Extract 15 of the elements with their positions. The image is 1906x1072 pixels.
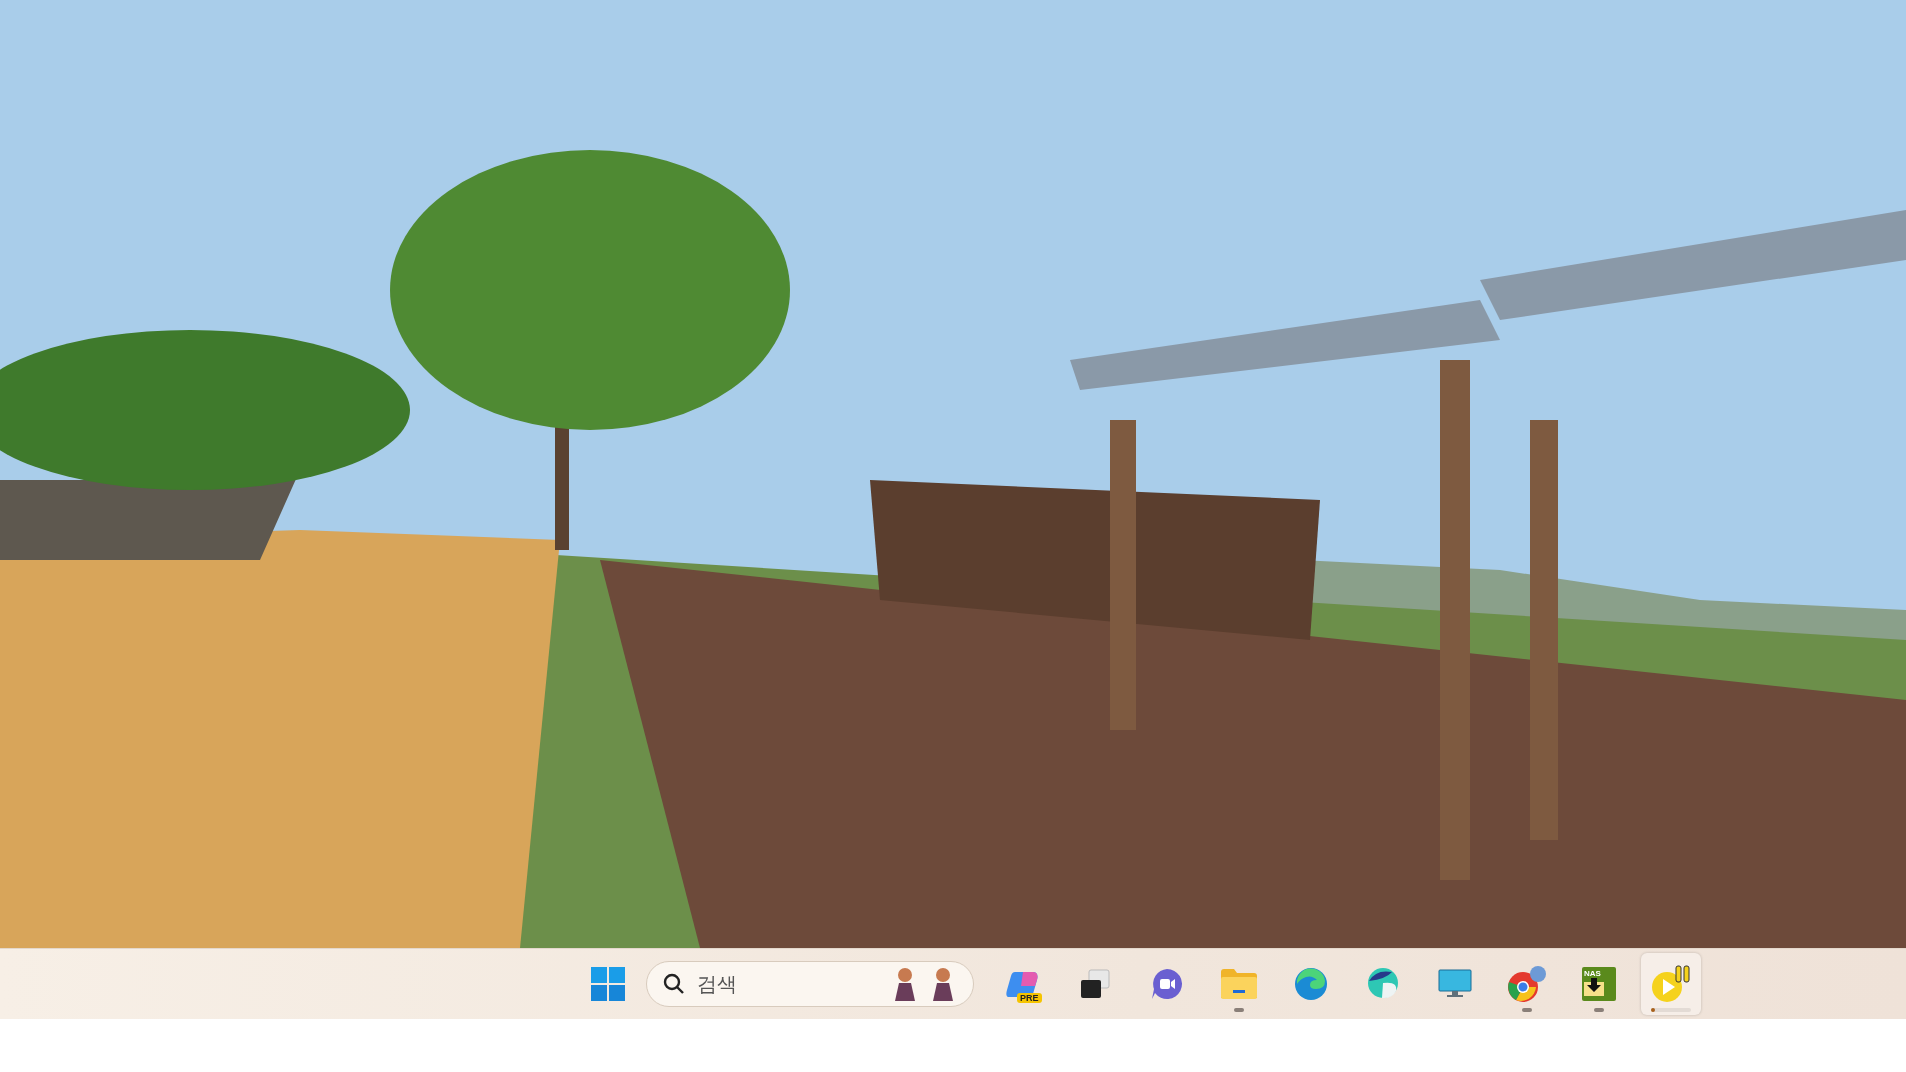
folder-icon (1220, 968, 1258, 1000)
taskbar-app-button[interactable]: PRE (993, 953, 1053, 1015)
chrome-icon (1507, 965, 1547, 1003)
preview-badge: PRE (1017, 993, 1042, 1003)
search-bar[interactable]: 검색 (646, 961, 974, 1007)
video-chat-icon (1150, 967, 1184, 1001)
monitor-icon (1438, 969, 1472, 999)
edge-icon (1294, 967, 1328, 1001)
nas-download-icon: NAS (1582, 967, 1616, 1001)
windows-logo-icon (591, 967, 625, 1001)
search-input[interactable]: 검색 (695, 971, 881, 997)
task-view-icon (1079, 968, 1111, 1000)
search-icon (663, 973, 685, 995)
taskbar-app-button[interactable]: NAS (1569, 953, 1629, 1015)
play-icon (1650, 964, 1692, 1004)
